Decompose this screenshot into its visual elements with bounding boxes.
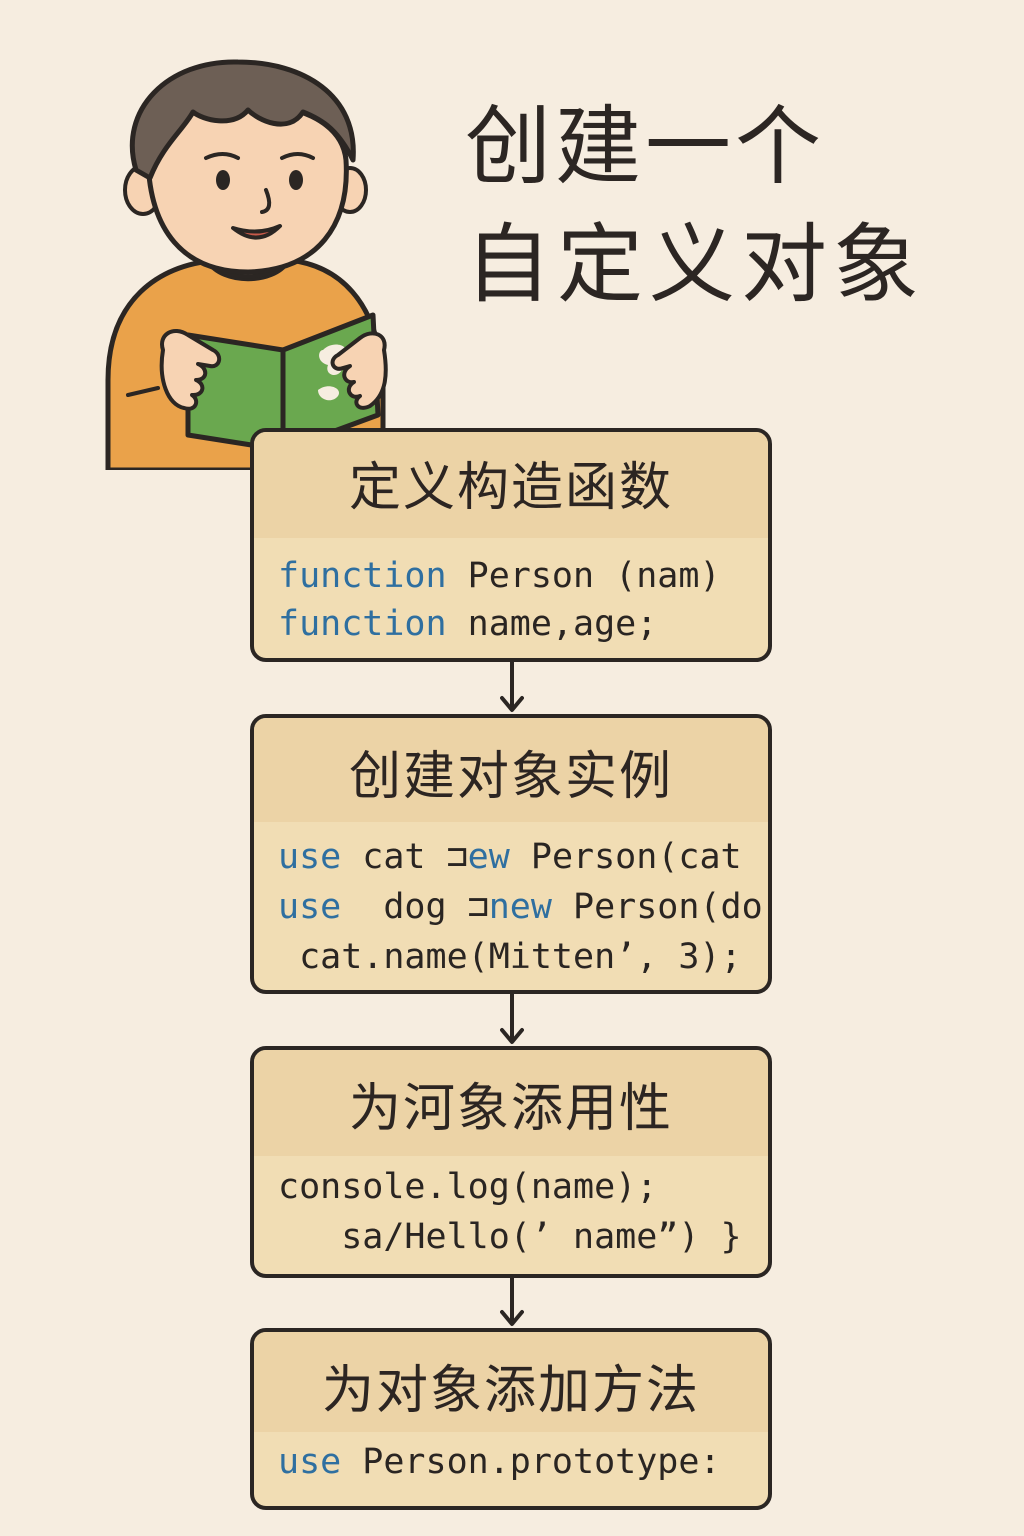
code-text: Person(do [551,887,763,927]
code-line: sa/Hello(’ name”) } [278,1217,742,1257]
page-title: 创建一个 自定义对象 [465,88,1005,324]
code-keyword: function [278,604,447,644]
code-line: use Person.prototype: [278,1438,768,1486]
code-block: console.log(name); sa/Hello(’ name”) } [254,1156,768,1262]
code-keyword: use [278,887,342,927]
code-block: use Person.prototype: [254,1432,768,1486]
code-keyword: function [278,556,447,596]
code-line: console.log(name); [278,1167,658,1207]
step-add-methods: 为对象添加方法 use Person.prototype: [250,1328,772,1510]
code-text: cat ⊐ [341,837,468,877]
code-line: function name,age; [278,600,768,648]
step-heading: 为对象添加方法 [254,1332,768,1432]
step-heading: 定义构造函数 [254,432,768,538]
code-keyword: use [278,1442,342,1482]
page-title-line-1: 创建一个 [465,97,825,197]
code-block: use cat ⊐ew Person(cat use dog ⊐new Perso… [254,822,768,982]
page-title-line-2: 自定义对象 [465,215,925,315]
code-line: use dog ⊐new Person(do [278,882,768,932]
step-add-properties: 为河象添用性 console.log(name); sa/Hello(’ nam… [250,1046,772,1278]
step-create-instances: 创建对象实例 use cat ⊐ew Person(cat use dog ⊐ne… [250,714,772,994]
code-text: Person (nam) [446,556,721,596]
arrow-down-icon [500,994,524,1046]
code-keyword: ew [467,837,510,877]
step-heading: 创建对象实例 [254,718,768,822]
code-keyword: use [278,837,342,877]
code-keyword: new [488,887,552,927]
code-text: Person.prototype: [341,1442,721,1482]
step-heading: 为河象添用性 [254,1050,768,1156]
boy-reading-book-icon [88,50,408,473]
code-line: cat.name(Mitten’, 3); [278,937,742,977]
code-line: use cat ⊐ew Person(cat [278,832,768,882]
arrow-down-icon [500,662,524,714]
code-text: name,age; [446,604,658,644]
code-line: function Person (nam) [278,552,768,600]
step-define-constructor: 定义构造函数 function Person (nam) function nam… [250,428,772,662]
code-text: Person(cat [509,837,742,877]
code-block: function Person (nam) function name,age; [254,538,768,648]
arrow-down-icon [500,1278,524,1328]
code-text: dog ⊐ [341,887,489,927]
